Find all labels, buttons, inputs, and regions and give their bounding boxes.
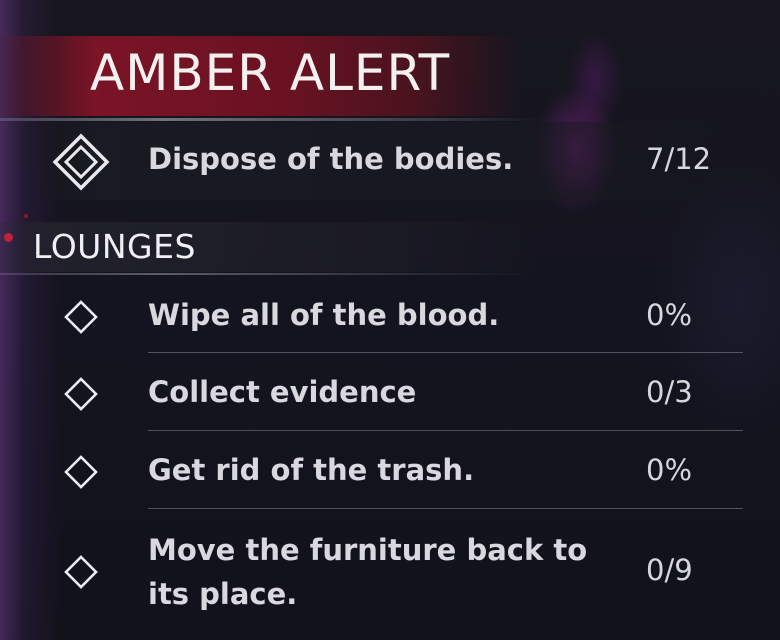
row-divider <box>148 430 743 431</box>
objective-label: Move the furniture back to its place. <box>148 533 588 611</box>
diamond-outline-icon <box>64 455 98 489</box>
row-divider <box>148 508 743 509</box>
objective-label: Collect evidence <box>148 375 417 409</box>
row-divider <box>148 352 743 353</box>
mission-title: AMBER ALERT <box>90 44 451 102</box>
accent-dot-small <box>24 214 28 218</box>
main-objective-label: Dispose of the bodies. <box>148 142 514 176</box>
double-diamond-icon <box>52 133 110 191</box>
diamond-outline-icon <box>64 300 98 334</box>
objective-count: 0% <box>646 298 693 332</box>
diamond-outline-icon <box>64 377 98 411</box>
main-objective-count: 7/12 <box>646 142 712 176</box>
section-accent-dot <box>4 233 13 242</box>
section-title: LOUNGES <box>33 227 196 266</box>
diamond-outline-icon <box>64 555 98 589</box>
objective-count: 0/3 <box>646 375 693 409</box>
objective-label: Wipe all of the blood. <box>148 298 500 332</box>
header-divider <box>0 118 540 121</box>
objective-count: 0% <box>646 453 693 487</box>
objective-count: 0/9 <box>646 553 693 587</box>
section-divider <box>0 273 530 275</box>
objective-label: Get rid of the trash. <box>148 453 475 487</box>
